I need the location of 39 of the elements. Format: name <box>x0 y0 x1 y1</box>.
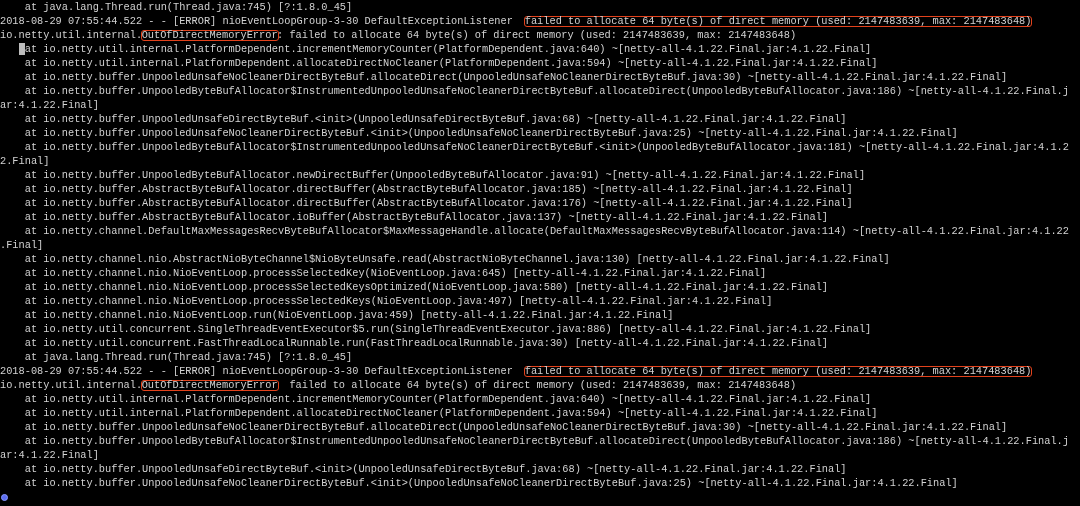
log-text: at io.netty.buffer.UnpooledByteBufAllocator.newDirectBuffer(UnpooledByteBufAllocator.java:91) ~[netty-all-4.1.22.Final.jar:4.1.22.Final] <box>24 168 866 182</box>
log-text: at io.netty.buffer.AbstractByteBufAllocator.ioBuffer(AbstractByteBufAllocator.java:137) ~[netty-all-4.1.22.Final.jar:4.1.22.Final] <box>24 210 828 224</box>
log-text: at io.netty.buffer.UnpooledByteBufAllocator$InstrumentedUnpooledUnsafeNoCleanerDirectByteBuf.allocateDirect(UnpooledByteBufAllocator.java:186) ~[netty-all-4.1.22.Final.j <box>24 84 1069 98</box>
cursor-icon <box>1 493 8 501</box>
log-text: at io.netty.channel.nio.NioEventLoop.processSelectedKeysOptimized(NioEventLoop.java:580) [netty-all-4.1.22.Final.jar:4.1.22.Final] <box>24 280 828 294</box>
log-text: at io.netty.util.concurrent.SingleThreadEventExecutor$5.run(SingleThreadEventExecutor.java:886) [netty-all-4.1.22.Final.jar:4.1.22.Final] <box>24 322 872 336</box>
log-text: 2.Final] <box>0 154 50 168</box>
log-text: at io.netty.util.internal.PlatformDependent.allocateDirectNoCleaner(PlatformDependent.java:594) ~[netty-all-4.1.22.Final.jar:4.1.22.Final] <box>24 56 878 70</box>
log-text: 2018-08-29 07:55:44.522 - - [ERROR] nioEventLoopGroup-3-30 DefaultExceptionListener <box>0 14 514 28</box>
log-text: : failed to allocate 64 byte(s) of direct memory (used: 2147483639, max: 2147483648) <box>277 28 797 42</box>
log-text: at io.netty.util.internal.PlatformDependent.incrementMemoryCounter(PlatformDependent.java:640) ~[netty-all-4.1.22.Final.jar:4.1.22.Final] <box>24 42 872 56</box>
highlighted-text: failed to allocate 64 byte(s) of direct memory (used: 2147483639, max: 2147483648) <box>523 365 1033 377</box>
log-text: at io.netty.buffer.UnpooledUnsafeDirectByteBuf.<init>(UnpooledUnsafeDirectByteBuf.java:68) ~[netty-all-4.1.22.Final.jar:4.1.22.Final] <box>24 112 847 126</box>
log-text: at io.netty.channel.nio.NioEventLoop.processSelectedKey(NioEventLoop.java:645) [netty-all-4.1.22.Final.jar:4.1.22.Final] <box>24 266 767 280</box>
log-text: at io.netty.util.internal.PlatformDependent.allocateDirectNoCleaner(PlatformDependent.java:594) ~[netty-all-4.1.22.Final.jar:4.1.22.Final] <box>24 406 878 420</box>
log-text: at io.netty.buffer.UnpooledUnsafeNoCleanerDirectByteBuf.allocateDirect(UnpooledUnsafeNoCleanerDirectByteBuf.java:30) ~[netty-all-4.1.22.Final.jar:4.1.22.Final] <box>24 420 1008 434</box>
highlighted-text: OutOfDirectMemoryError <box>140 379 279 391</box>
highlighted-text: failed to allocate 64 byte(s) of direct memory (used: 2147483639, max: 2147483648) <box>523 15 1033 27</box>
log-text: at io.netty.util.concurrent.FastThreadLocalRunnable.run(FastThreadLocalRunnable.java:30) [netty-all-4.1.22.Final.jar:4.1.22.Final] <box>24 336 828 350</box>
log-text: at io.netty.channel.nio.NioEventLoop.run(NioEventLoop.java:459) [netty-all-4.1.22.Final.jar:4.1.22.Final] <box>24 308 674 322</box>
log-text: at io.netty.buffer.UnpooledUnsafeNoCleanerDirectByteBuf.allocateDirect(UnpooledUnsafeNoCleanerDirectByteBuf.java:30) ~[netty-all-4.1.22.Final.jar:4.1.22.Final] <box>24 70 1008 84</box>
log-text: ar:4.1.22.Final] <box>0 98 99 112</box>
log-text: at io.netty.buffer.UnpooledUnsafeNoCleanerDirectByteBuf.<init>(UnpooledUnsafeNoCleanerDirectByteBuf.java:25) ~[netty-all-4.1.22.Final.jar:4.1.22.Final] <box>24 476 958 490</box>
log-text: 2018-08-29 07:55:44.522 - - [ERROR] nioEventLoopGroup-3-30 DefaultExceptionListener <box>0 364 514 378</box>
log-text: at io.netty.channel.nio.AbstractNioByteChannel$NioByteUnsafe.read(AbstractNioByteChannel.java:130) [netty-all-4.1.22.Final.jar:4.1.22.Final] <box>24 252 890 266</box>
log-text: failed to allocate 64 byte(s) of direct memory (used: 2147483639, max: 2147483648) <box>288 378 797 392</box>
log-text: at io.netty.buffer.UnpooledUnsafeDirectByteBuf.<init>(UnpooledUnsafeDirectByteBuf.java:68) ~[netty-all-4.1.22.Final.jar:4.1.22.Final] <box>24 462 847 476</box>
log-text: at java.lang.Thread.run(Thread.java:745) [?:1.8.0_45] <box>24 0 353 14</box>
log-text: at io.netty.channel.nio.NioEventLoop.processSelectedKeys(NioEventLoop.java:497) [netty-all-4.1.22.Final.jar:4.1.22.Final] <box>24 294 773 308</box>
log-text: at io.netty.buffer.AbstractByteBufAllocator.directBuffer(AbstractByteBufAllocator.java:176) ~[netty-all-4.1.22.Final.jar:4.1.22.Final] <box>24 196 853 210</box>
log-text: at io.netty.buffer.UnpooledUnsafeNoCleanerDirectByteBuf.<init>(UnpooledUnsafeNoCleanerDirectByteBuf.java:25) ~[netty-all-4.1.22.Final.jar:4.1.22.Final] <box>24 126 958 140</box>
log-text: at io.netty.channel.DefaultMaxMessagesRecvByteBufAllocator$MaxMessageHandle.allocate(DefaultMaxMessagesRecvByteBufAllocator.java:114) ~[netty-all-4.1.22.Final.jar:4.1.22 <box>24 224 1069 238</box>
log-text: at java.lang.Thread.run(Thread.java:745) [?:1.8.0_45] <box>24 350 353 364</box>
log-text: at io.netty.buffer.UnpooledByteBufAllocator$InstrumentedUnpooledUnsafeNoCleanerDirectByteBuf.<init>(UnpooledByteBufAllocator.java:181) ~[netty-all-4.1.22.Final.jar:4.1.2 <box>24 140 1069 154</box>
log-text: at io.netty.util.internal.PlatformDependent.incrementMemoryCounter(PlatformDependent.java:640) ~[netty-all-4.1.22.Final.jar:4.1.22.Final] <box>24 392 872 406</box>
log-text: at io.netty.buffer.AbstractByteBufAllocator.directBuffer(AbstractByteBufAllocator.java:185) ~[netty-all-4.1.22.Final.jar:4.1.22.Final] <box>24 182 853 196</box>
log-text: ar:4.1.22.Final] <box>0 448 99 462</box>
log-text: at io.netty.buffer.UnpooledByteBufAllocator$InstrumentedUnpooledUnsafeNoCleanerDirectByteBuf.allocateDirect(UnpooledByteBufAllocator.java:186) ~[netty-all-4.1.22.Final.j <box>24 434 1069 448</box>
log-text: .Final] <box>0 238 44 252</box>
